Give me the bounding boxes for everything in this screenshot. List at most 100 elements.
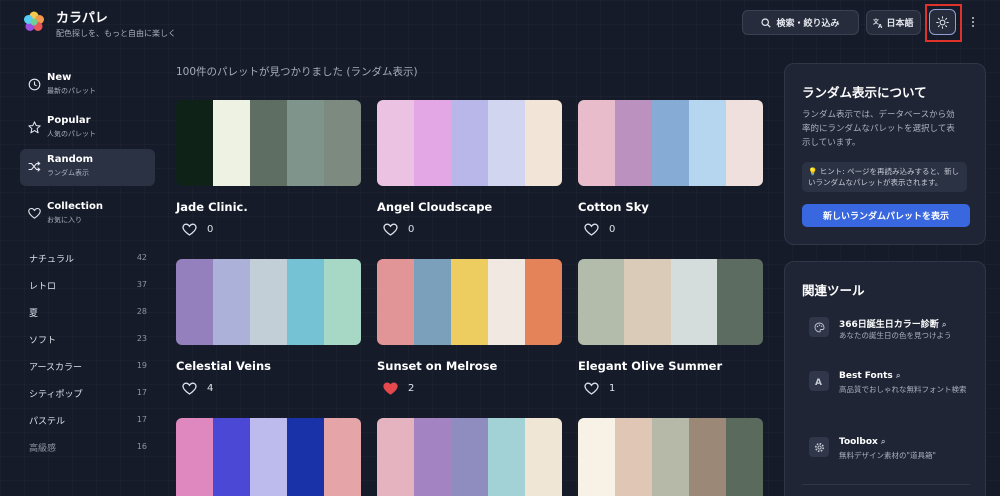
palette-card-swatches[interactable] — [578, 100, 763, 186]
sidebar-item-label: Random — [47, 154, 94, 165]
color-swatch[interactable] — [324, 418, 361, 496]
color-swatch[interactable] — [176, 418, 213, 496]
sidebar-item-new[interactable]: New 最新のパレット — [20, 67, 155, 104]
color-swatch[interactable] — [324, 259, 361, 345]
color-swatch[interactable] — [324, 100, 361, 186]
color-swatch[interactable] — [488, 259, 525, 345]
color-swatch[interactable] — [525, 259, 562, 345]
sidebar-item-random[interactable]: Random ランダム表示 — [20, 149, 155, 186]
color-swatch[interactable] — [213, 259, 250, 345]
palette-card-swatches[interactable] — [377, 418, 562, 496]
flower-logo-icon[interactable] — [23, 11, 45, 33]
color-swatch[interactable] — [652, 418, 689, 496]
language-button[interactable]: 文 A 日本語 — [866, 10, 921, 35]
color-swatch[interactable] — [488, 100, 525, 186]
color-swatch[interactable] — [578, 100, 615, 186]
app-title[interactable]: カラパレ — [56, 7, 108, 26]
color-swatch[interactable] — [213, 418, 250, 496]
color-swatch[interactable] — [377, 418, 414, 496]
color-swatch[interactable] — [726, 100, 763, 186]
heart-icon — [383, 223, 398, 236]
like-button[interactable]: 0 — [182, 223, 213, 236]
palette-card-swatches[interactable] — [578, 418, 763, 496]
search-icon: ⌕ — [895, 371, 901, 380]
color-swatch[interactable] — [250, 259, 287, 345]
color-swatch[interactable] — [615, 100, 652, 186]
color-swatch[interactable] — [525, 100, 562, 186]
tag-item[interactable]: パステル 17 — [29, 414, 149, 428]
heart-icon — [584, 382, 599, 395]
palette-card-swatches[interactable] — [176, 259, 361, 345]
color-swatch[interactable] — [578, 259, 625, 345]
color-swatch[interactable] — [525, 418, 562, 496]
palette-name[interactable]: Sunset on Melrose — [377, 359, 497, 373]
color-swatch[interactable] — [176, 100, 213, 186]
color-swatch[interactable] — [414, 100, 451, 186]
color-swatch[interactable] — [250, 418, 287, 496]
palette-card-swatches[interactable] — [176, 100, 361, 186]
tag-item[interactable]: レトロ 37 — [29, 279, 149, 293]
like-button[interactable]: 2 — [383, 382, 414, 395]
color-swatch[interactable] — [689, 418, 726, 496]
like-button[interactable]: 4 — [182, 382, 213, 395]
color-swatch[interactable] — [726, 418, 763, 496]
like-count: 2 — [408, 383, 415, 394]
svg-text:A: A — [815, 378, 822, 387]
palette-name[interactable]: Jade Clinic. — [176, 200, 248, 214]
search-button-label: 検索・絞り込み — [776, 19, 840, 29]
palette-name[interactable]: Angel Cloudscape — [377, 200, 492, 214]
dot-icon — [972, 17, 974, 19]
heart-icon — [182, 382, 197, 395]
tag-label: アースカラー — [29, 363, 83, 373]
color-swatch[interactable] — [670, 259, 717, 345]
sidebar-item-label: Popular — [47, 115, 91, 126]
new-random-palette-button[interactable]: 新しいランダムパレットを表示 — [802, 204, 970, 227]
color-swatch[interactable] — [488, 418, 525, 496]
tag-label: シティポップ — [29, 390, 83, 400]
more-menu-button[interactable] — [968, 12, 978, 32]
color-swatch[interactable] — [615, 418, 652, 496]
search-button[interactable]: 検索・絞り込み — [742, 10, 859, 35]
color-swatch[interactable] — [287, 259, 324, 345]
color-swatch[interactable] — [578, 418, 615, 496]
tag-item[interactable]: ナチュラル 42 — [29, 252, 149, 266]
palette-card-swatches[interactable] — [377, 259, 562, 345]
color-swatch[interactable] — [451, 259, 488, 345]
palette-card-swatches[interactable] — [578, 259, 763, 345]
palette-name[interactable]: Elegant Olive Summer — [578, 359, 722, 373]
color-swatch[interactable] — [377, 100, 414, 186]
color-swatch[interactable] — [414, 418, 451, 496]
like-button[interactable]: 0 — [584, 223, 615, 236]
color-swatch[interactable] — [250, 100, 287, 186]
palette-name[interactable]: Cotton Sky — [578, 200, 649, 214]
palette-name[interactable]: Celestial Veins — [176, 359, 271, 373]
tag-item[interactable]: シティポップ 17 — [29, 387, 149, 401]
like-button[interactable]: 1 — [584, 382, 615, 395]
tag-item[interactable]: 高級感 16 — [29, 441, 149, 455]
color-swatch[interactable] — [213, 100, 250, 186]
app-header: カラパレ 配色探しを、もっと自由に楽しく 検索・絞り込み 文 A 日本語 — [0, 0, 1000, 46]
tag-count: 17 — [136, 415, 147, 424]
color-swatch[interactable] — [287, 418, 324, 496]
color-swatch[interactable] — [451, 100, 488, 186]
palette-card-swatches[interactable] — [176, 418, 361, 496]
color-swatch[interactable] — [624, 259, 671, 345]
sidebar-item-popular[interactable]: Popular 人気のパレット — [20, 110, 155, 147]
color-swatch[interactable] — [716, 259, 763, 345]
color-swatch[interactable] — [377, 259, 414, 345]
theme-toggle-button[interactable] — [929, 9, 956, 35]
color-swatch[interactable] — [451, 418, 488, 496]
like-button[interactable]: 0 — [383, 223, 414, 236]
tag-item[interactable]: ソフト 23 — [29, 333, 149, 347]
color-swatch[interactable] — [176, 259, 213, 345]
color-swatch[interactable] — [287, 100, 324, 186]
tag-item[interactable]: アースカラー 19 — [29, 360, 149, 374]
color-swatch[interactable] — [689, 100, 726, 186]
tag-item[interactable]: 夏 28 — [29, 306, 149, 320]
gear-icon — [809, 437, 829, 457]
sidebar-item-collection[interactable]: Collection お気に入り — [20, 196, 155, 233]
color-swatch[interactable] — [414, 259, 451, 345]
palette-card-swatches[interactable] — [377, 100, 562, 186]
like-count: 4 — [207, 383, 214, 394]
color-swatch[interactable] — [652, 100, 689, 186]
